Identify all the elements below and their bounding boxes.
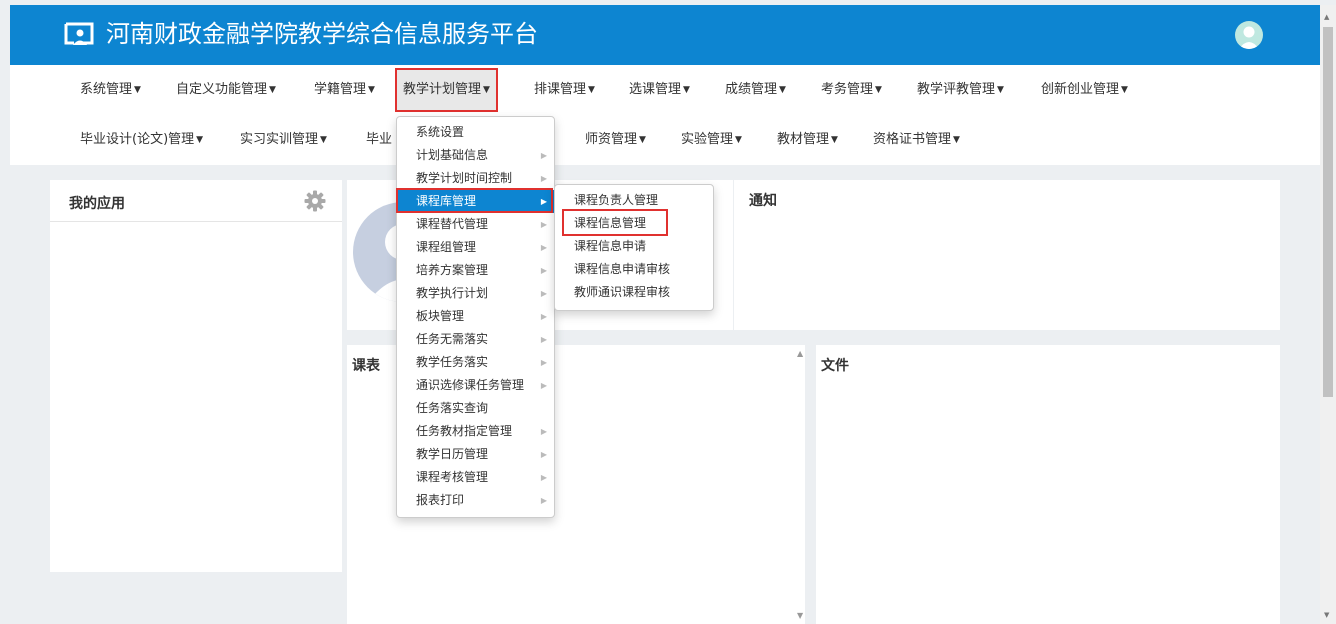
schedule-title: 课表: [352, 358, 380, 374]
caret-right-icon: ▶: [540, 312, 547, 321]
menu-item-course-assessment[interactable]: 课程考核管理 ▶: [397, 466, 554, 489]
caret-right-icon: ▶: [540, 358, 547, 367]
submenu-item-course-info[interactable]: 课程信息管理: [555, 212, 713, 235]
menu-item-general-elective-tasks[interactable]: 通识选修课任务管理 ▶: [397, 374, 554, 397]
submenu-item-teacher-course-review[interactable]: 教师通识课程审核: [555, 281, 713, 304]
caret-down-icon: ▼: [735, 135, 742, 145]
notice-panel: 通知: [734, 180, 1280, 330]
menu-item-teaching-calendar[interactable]: 教学日历管理 ▶: [397, 443, 554, 466]
caret-down-icon: ▼: [639, 135, 646, 145]
submenu-item-course-info-apply[interactable]: 课程信息申请: [555, 235, 713, 258]
caret-down-icon: ▼: [875, 85, 882, 95]
menu-item-execution-plan[interactable]: 教学执行计划 ▶: [397, 282, 554, 305]
menu-item-task-query[interactable]: 任务落实查询: [397, 397, 554, 420]
my-apps-panel: 我的应用: [50, 180, 342, 572]
scroll-up-icon[interactable]: ▲: [1324, 13, 1329, 21]
caret-right-icon: ▶: [540, 450, 547, 459]
gear-icon[interactable]: [304, 190, 326, 212]
caret-right-icon: ▶: [540, 220, 547, 229]
files-panel: 文件: [816, 345, 1280, 624]
monitor-user-logo-icon: [64, 22, 94, 45]
menu-item-training-program[interactable]: 培养方案管理 ▶: [397, 259, 554, 282]
caret-down-icon: ▼: [683, 85, 690, 95]
caret-down-icon: ▼: [368, 85, 375, 95]
scroll-down-icon[interactable]: ▼: [1324, 611, 1329, 619]
caret-right-icon: ▶: [540, 266, 547, 275]
user-avatar-icon[interactable]: [1235, 21, 1263, 49]
menu-item-plan-basic-info[interactable]: 计划基础信息 ▶: [397, 144, 554, 167]
nav-course-selection[interactable]: 选课管理 ▼: [629, 80, 690, 100]
menu-item-system-settings[interactable]: 系统设置: [397, 121, 554, 144]
caret-right-icon: ▶: [540, 289, 547, 298]
menu-item-plan-time-control[interactable]: 教学计划时间控制 ▶: [397, 167, 554, 190]
course-library-submenu: 课程负责人管理 课程信息管理 课程信息申请 课程信息申请审核 教师通识课程审核: [554, 184, 714, 311]
menu-item-course-group[interactable]: 课程组管理 ▶: [397, 236, 554, 259]
nav-student-status[interactable]: 学籍管理 ▼: [314, 80, 375, 100]
menu-item-task-textbook[interactable]: 任务教材指定管理 ▶: [397, 420, 554, 443]
caret-right-icon: ▶: [540, 197, 547, 206]
nav-internship[interactable]: 实习实训管理 ▼: [240, 130, 327, 150]
nav-teaching-evaluation[interactable]: 教学评教管理 ▼: [917, 80, 1004, 100]
files-title: 文件: [821, 358, 849, 374]
caret-right-icon: ▶: [540, 381, 547, 390]
nav-grades[interactable]: 成绩管理 ▼: [725, 80, 786, 100]
submenu-item-course-info-review[interactable]: 课程信息申请审核: [555, 258, 713, 281]
caret-right-icon: ▶: [540, 151, 547, 160]
nav-faculty[interactable]: 师资管理 ▼: [585, 130, 646, 150]
submenu-item-course-owner[interactable]: 课程负责人管理: [555, 189, 713, 212]
nav-experiment[interactable]: 实验管理 ▼: [681, 130, 742, 150]
menu-item-report-print[interactable]: 报表打印 ▶: [397, 489, 554, 512]
caret-right-icon: ▶: [540, 473, 547, 482]
menu-item-course-substitution[interactable]: 课程替代管理 ▶: [397, 213, 554, 236]
nav-innovation[interactable]: 创新创业管理 ▼: [1041, 80, 1128, 100]
scrollbar-thumb[interactable]: [1323, 27, 1333, 397]
nav-teaching-plan[interactable]: 教学计划管理 ▼: [395, 68, 498, 112]
caret-down-icon: ▼: [831, 135, 838, 145]
teaching-plan-dropdown: 系统设置 计划基础信息 ▶ 教学计划时间控制 ▶ 课程库管理 ▶ 课程替代管理 ▶ 课程…: [396, 116, 555, 518]
caret-down-icon: ▼: [134, 85, 141, 95]
menu-item-block-management[interactable]: 板块管理 ▶: [397, 305, 554, 328]
my-apps-divider: [50, 221, 342, 222]
main-navbar: 系统管理 ▼ 自定义功能管理 ▼ 学籍管理 ▼ 教学计划管理 ▼ 排课管理 ▼ 选课管理 ▼…: [10, 65, 1320, 165]
scroll-up-icon[interactable]: ▲: [797, 349, 803, 358]
menu-item-task-implementation[interactable]: 教学任务落实 ▶: [397, 351, 554, 374]
caret-down-icon: ▼: [997, 85, 1004, 95]
site-title: 河南财政金融学院教学综合信息服务平台: [106, 20, 538, 48]
caret-right-icon: ▶: [540, 335, 547, 344]
nav-textbook[interactable]: 教材管理 ▼: [777, 130, 838, 150]
top-header: 河南财政金融学院教学综合信息服务平台: [10, 5, 1320, 65]
nav-system[interactable]: 系统管理 ▼: [80, 80, 141, 100]
caret-down-icon: ▼: [779, 85, 786, 95]
my-apps-title: 我的应用: [69, 196, 125, 212]
menu-item-task-no-implementation[interactable]: 任务无需落实 ▶: [397, 328, 554, 351]
nav-graduation[interactable]: 毕业: [366, 130, 392, 150]
caret-down-icon: ▼: [953, 135, 960, 145]
menu-item-course-library[interactable]: 课程库管理 ▶: [397, 190, 554, 213]
page: 河南财政金融学院教学综合信息服务平台 系统管理 ▼ 自定义功能管理 ▼ 学籍管理 ▼ …: [10, 5, 1320, 624]
caret-right-icon: ▶: [540, 243, 547, 252]
nav-course-scheduling[interactable]: 排课管理 ▼: [534, 80, 595, 100]
caret-right-icon: ▶: [540, 174, 547, 183]
nav-graduation-thesis[interactable]: 毕业设计(论文)管理 ▼: [80, 130, 203, 150]
page-scrollbar[interactable]: ▲ ▼: [1320, 5, 1336, 624]
caret-down-icon: ▼: [588, 85, 595, 95]
notice-title: 通知: [749, 193, 777, 209]
caret-down-icon: ▼: [320, 135, 327, 145]
scroll-down-icon[interactable]: ▼: [797, 611, 803, 620]
nav-certificate[interactable]: 资格证书管理 ▼: [873, 130, 960, 150]
caret-down-icon: ▼: [196, 135, 204, 145]
nav-exams[interactable]: 考务管理 ▼: [821, 80, 882, 100]
nav-custom-function[interactable]: 自定义功能管理 ▼: [176, 80, 276, 100]
caret-right-icon: ▶: [540, 427, 547, 436]
caret-right-icon: ▶: [540, 496, 547, 505]
caret-down-icon: ▼: [483, 85, 490, 95]
caret-down-icon: ▼: [269, 85, 276, 95]
caret-down-icon: ▼: [1121, 85, 1128, 95]
